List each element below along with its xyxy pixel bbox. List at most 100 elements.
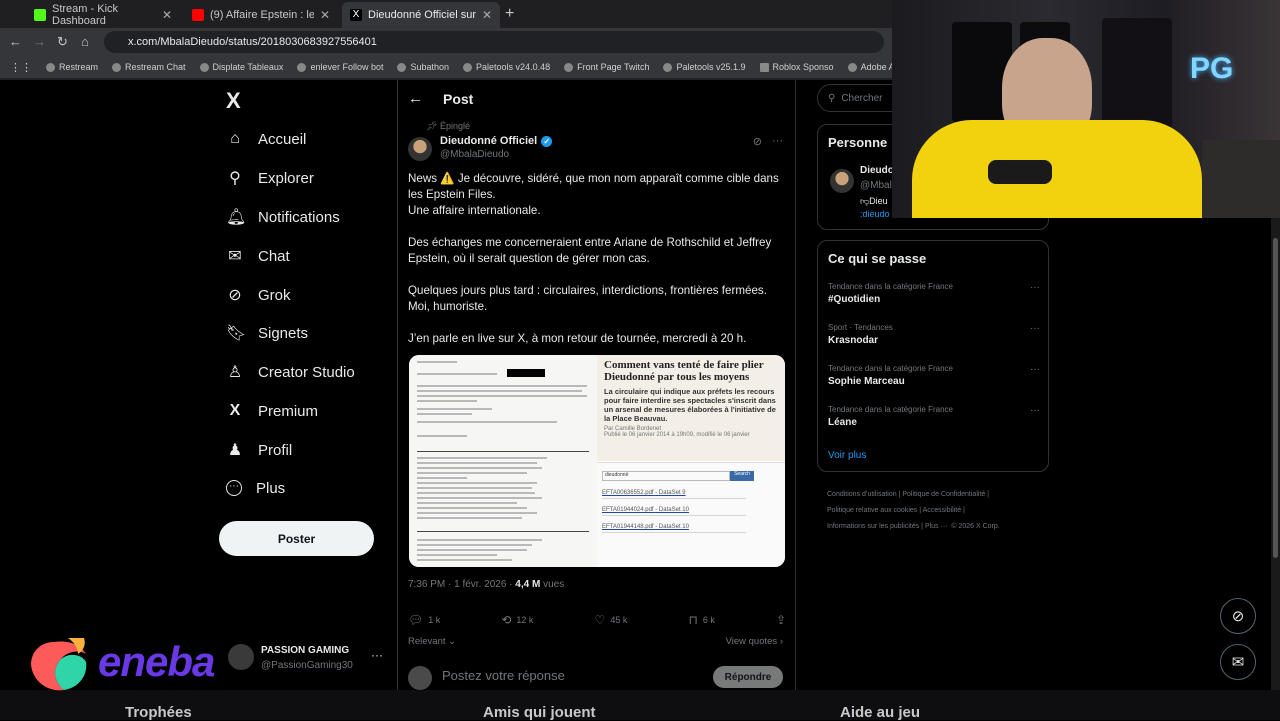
bookmark[interactable]: Paletools v24.0.48	[463, 62, 550, 72]
bookmark[interactable]: enlever Follow bot	[297, 62, 383, 72]
mail-icon: ✉	[228, 248, 242, 265]
share-icon: ⇪	[775, 613, 786, 627]
youtube-icon	[192, 9, 204, 21]
people-name[interactable]: Dieudo	[860, 165, 894, 176]
trend-item[interactable]: Tendance dans la catégorie France Sophie …	[828, 364, 1040, 387]
author-avatar[interactable]	[408, 137, 432, 161]
article-screenshot[interactable]: Comment vans tenté de faire plier Dieudo…	[597, 355, 785, 461]
footer-link[interactable]: Politique de Confidentialité	[902, 491, 985, 498]
bookmark-button[interactable]: ⊓ 6 k	[688, 613, 714, 627]
tab-title: Dieudonné Officiel sur X : "New	[368, 9, 476, 21]
search-button: Search	[730, 470, 754, 481]
browser-tab-kick[interactable]: Stream - Kick Dashboard ✕	[26, 2, 180, 28]
reload-icon[interactable]: ↻	[57, 34, 68, 50]
bookmark[interactable]: Roblox Sponso	[759, 62, 834, 72]
repost-icon: ⟲	[501, 613, 512, 627]
more-icon[interactable]: ···	[1030, 323, 1040, 334]
url-text[interactable]: x.com/MbalaDieudo/status/201803068392755…	[128, 36, 377, 48]
pinned-label: 📌︎ Épinglé	[426, 121, 470, 131]
nav-grok[interactable]: ⊘ Grok	[226, 280, 290, 310]
avatar	[408, 666, 432, 690]
x-logo-icon[interactable]: X	[226, 88, 241, 114]
email-document-image[interactable]	[409, 355, 597, 567]
bookmark[interactable]: Front Page Twitch	[564, 62, 649, 72]
like-button[interactable]: ♡ 45 k	[595, 613, 628, 627]
avatar	[228, 644, 254, 670]
more-icon[interactable]: ···	[371, 648, 383, 662]
share-button[interactable]: ⇪	[776, 613, 786, 627]
nav-profile[interactable]: ♟ Profil	[226, 435, 292, 465]
bookmark[interactable]: Restream Chat	[112, 62, 186, 72]
x-icon: X	[350, 9, 362, 21]
bookmark[interactable]: Restream	[46, 62, 98, 72]
nav-explore[interactable]: ⚲ Explorer	[226, 163, 314, 193]
account-switcher[interactable]: PASSION GAMING @PassionGaming30 ···	[228, 642, 388, 676]
nav-home[interactable]: ⌂ Accueil	[226, 124, 306, 154]
bottom-item: Trophées	[125, 704, 192, 721]
bookmark[interactable]: Paletools v25.1.9	[663, 62, 746, 72]
navigation-bar: ← → ↻ ⌂ x.com/MbalaDieudo/status/2018030…	[0, 28, 892, 56]
nav-chat[interactable]: ✉ Chat	[226, 241, 289, 271]
more-icon[interactable]: ···	[1030, 364, 1040, 375]
post-meta: 7:36 PM · 1 févr. 2026 · 4,4 M vues	[408, 579, 564, 590]
browser-chrome: Stream - Kick Dashboard ✕ (9) Affaire Ep…	[0, 0, 920, 80]
footer-link[interactable]: Politique relative aux cookies	[827, 507, 917, 514]
webcam-overlay	[892, 0, 1280, 218]
nav-bookmarks[interactable]: 🔖︎ Signets	[226, 318, 308, 348]
reply-button[interactable]: 💬︎ 1 k	[408, 613, 440, 627]
more-icon[interactable]: ···	[772, 135, 783, 148]
heart-icon: ♡	[594, 613, 606, 627]
browser-tab-x[interactable]: X Dieudonné Officiel sur X : "New ✕	[342, 2, 500, 28]
post-time[interactable]: 7:36 PM · 1 févr. 2026 ·	[408, 579, 515, 590]
trend-item[interactable]: Sport · Tendances Krasnodar ···	[828, 323, 1040, 346]
nav-more[interactable]: ⋯ Plus	[226, 473, 285, 503]
view-quotes-link[interactable]: View quotes ›	[726, 636, 783, 647]
forward-icon[interactable]: →	[33, 34, 46, 49]
nav-notifications[interactable]: 🔔︎ Notifications	[226, 202, 340, 232]
reply-submit-button[interactable]: Répondre	[713, 666, 783, 688]
apps-icon[interactable]: ⋮⋮	[10, 61, 32, 74]
back-arrow-icon[interactable]: ←	[408, 90, 423, 107]
close-icon[interactable]: ✕	[320, 8, 330, 22]
sort-dropdown[interactable]: Relevant ⌄	[408, 636, 456, 647]
browser-tab-youtube[interactable]: (9) Affaire Epstein : le point sur ✕	[184, 2, 338, 28]
bookmark[interactable]: Subathon	[397, 62, 449, 72]
footer-link[interactable]: Accessibilité	[923, 507, 962, 514]
footer-link[interactable]: Informations sur les publicités	[827, 523, 919, 530]
search-input: dieudonné	[602, 470, 730, 481]
repost-button[interactable]: ⟲ 12 k	[501, 613, 533, 627]
grok-float-button[interactable]: ⊘	[1220, 598, 1256, 634]
author-handle[interactable]: @MbalaDieudo	[440, 149, 509, 160]
trend-item[interactable]: Tendance dans la catégorie France #Quotid…	[828, 282, 1040, 305]
author-name[interactable]: Dieudonné Officiel ✓	[440, 135, 553, 147]
sponsor-logo: eneba	[98, 638, 215, 685]
address-bar[interactable]: x.com/MbalaDieudo/status/201803068392755…	[104, 31, 884, 53]
new-tab-icon[interactable]: +	[505, 5, 514, 23]
back-icon[interactable]: ←	[9, 34, 22, 49]
avatar[interactable]	[830, 169, 854, 193]
bookmark[interactable]: Displate Tableaux	[199, 62, 283, 72]
grok-icon[interactable]: ⊘	[753, 135, 762, 148]
more-icon[interactable]: ···	[1030, 405, 1040, 416]
post-media[interactable]: Comment vans tenté de faire plier Dieudo…	[409, 355, 785, 567]
people-title: Personne	[828, 135, 888, 150]
people-link[interactable]: :dieudo	[860, 209, 890, 219]
search-results-screenshot[interactable]: dieudonné Search EFTA00636552.pdf - DataS…	[597, 462, 785, 567]
nav-premium[interactable]: X Premium	[226, 396, 318, 426]
post-button[interactable]: Poster	[219, 521, 374, 556]
main-column: ← Post 📌︎ Épinglé Dieudonné Officiel ✓ @M…	[397, 80, 796, 720]
nav-creator-studio[interactable]: ♙ Creator Studio	[226, 357, 355, 387]
see-more-link[interactable]: Voir plus	[828, 450, 866, 461]
close-icon[interactable]: ✕	[162, 8, 172, 22]
scrollbar-thumb[interactable]	[1273, 238, 1278, 558]
more-icon[interactable]: ···	[1030, 282, 1040, 293]
tab-title: (9) Affaire Epstein : le point sur	[210, 9, 314, 21]
messages-float-button[interactable]: ✉	[1220, 644, 1256, 680]
verified-badge-icon: ✓	[541, 135, 553, 147]
footer-link[interactable]: Plus ···	[925, 523, 948, 530]
trend-item[interactable]: Tendance dans la catégorie France Léane ··…	[828, 405, 1040, 428]
footer-link[interactable]: Conditions d’utilisation	[827, 491, 897, 498]
close-icon[interactable]: ✕	[482, 8, 492, 22]
home-icon[interactable]: ⌂	[81, 34, 89, 49]
reply-input[interactable]: Postez votre réponse	[442, 668, 565, 683]
